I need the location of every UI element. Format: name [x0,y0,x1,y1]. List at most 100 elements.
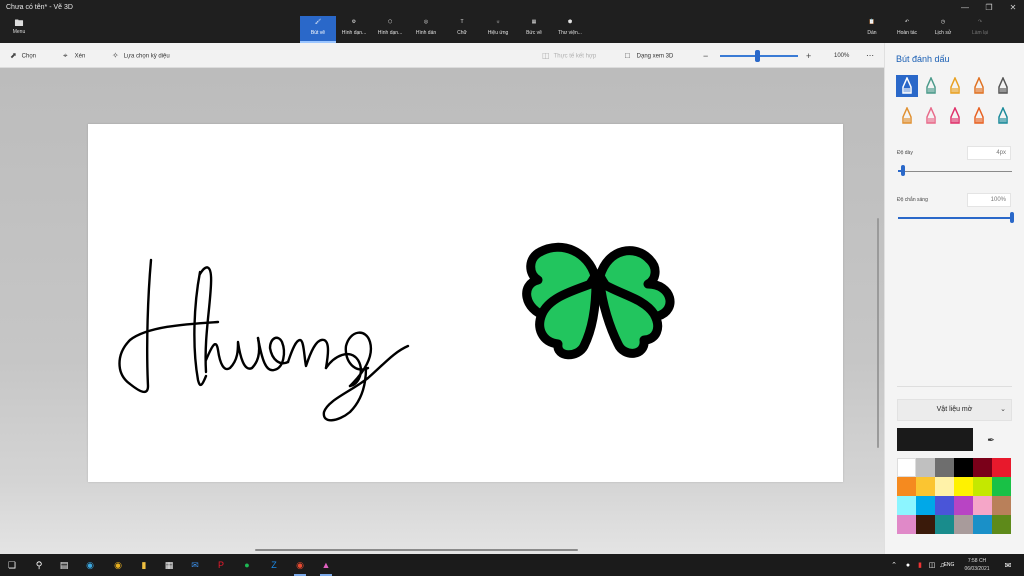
color-swatch[interactable] [973,496,992,515]
history-button[interactable]: ◷ Lịch sử [926,16,960,43]
color-swatch[interactable] [916,477,935,496]
color-swatch[interactable] [897,477,916,496]
brush-icon: 🖌 [314,19,322,25]
zalo-icon[interactable]: Z [266,557,282,573]
tab-text[interactable]: T Chữ [444,16,480,43]
marker-icon[interactable] [896,75,918,97]
canvas-toolbar: ⬈ Chọn ⌖ Xén ✧ Lựa chọn kỳ diệu ◫ Thực t… [0,43,884,68]
crop-icon: ⌖ [63,51,68,60]
color-swatch[interactable] [916,515,935,534]
material-dropdown[interactable]: Vật liệu mờ ⌄ [897,399,1012,421]
current-color-swatch[interactable] [897,428,973,451]
zoom-out-button[interactable]: − [703,50,708,62]
pencil-icon[interactable] [896,105,918,127]
spotify-icon[interactable]: ● [239,557,255,573]
search-icon[interactable]: ⚲ [31,557,47,573]
color-swatch[interactable] [973,458,992,477]
cursor-icon: ⬈ [10,51,17,60]
clock[interactable]: 7:58 CH 06/03/2021 [960,557,994,573]
crop-button[interactable]: ⌖ Xén [63,50,85,62]
paste-button[interactable]: 📋 Dán [855,16,889,43]
watercolor-icon[interactable] [968,75,990,97]
windows-start-icon[interactable]: ❏ [4,557,20,573]
tab-2d-shapes[interactable]: ⚙ Hình dạn... [336,16,372,43]
undo-label: Hoàn tác [896,30,917,36]
color-swatch[interactable] [897,458,916,477]
thickness-field[interactable]: 4px [967,146,1011,160]
horizontal-scrollbar[interactable] [255,549,578,551]
tab-canvas[interactable]: ▦ Bức vẽ [516,16,552,43]
eraser-icon[interactable] [920,105,942,127]
tab-stickers[interactable]: ◎ Hình dán [408,16,444,43]
text-icon: T [460,19,464,25]
mixed-reality-button[interactable]: ◫ Thực tế kết hợp [542,50,596,62]
color-swatch[interactable] [935,496,954,515]
close-button[interactable]: ✕ [1004,2,1022,14]
color-swatch[interactable] [992,515,1011,534]
chrome-canary-icon[interactable]: ◉ [110,557,126,573]
tab-3d-library[interactable]: ⬢ Thư viện... [552,16,588,43]
mixed-reality-icon: ◫ [542,51,550,60]
language-indicator[interactable]: ENG [942,557,956,573]
clover-drawing [522,242,675,360]
calligraphy-pen-icon[interactable] [920,75,942,97]
spray-can-icon[interactable] [968,105,990,127]
tab-brush[interactable]: 🖌 Bút vẽ [300,16,336,43]
paint-3d-icon[interactable]: ▲ [318,557,334,576]
minimize-button[interactable]: — [956,2,974,14]
color-swatch[interactable] [897,515,916,534]
color-swatch[interactable] [897,496,916,515]
color-swatch[interactable] [992,477,1011,496]
color-swatch[interactable] [935,477,954,496]
eyedropper-icon[interactable]: ✒ [983,432,999,448]
vertical-scrollbar[interactable] [877,218,879,448]
more-options-button[interactable]: ⋯ [866,50,874,62]
mail-icon[interactable]: ✉ [187,557,203,573]
fill-icon[interactable] [992,105,1014,127]
history-label: Lịch sử [934,30,952,36]
opacity-field[interactable]: 100% [967,193,1011,207]
color-swatch[interactable] [935,458,954,477]
file-explorer-icon[interactable]: ▮ [136,557,152,573]
tab-3d-shapes[interactable]: ⬡ Hình dạn... [372,16,408,43]
stickers-icon: ◎ [423,19,429,25]
chrome-icon[interactable]: ◉ [292,557,308,576]
zoom-slider-thumb[interactable] [755,50,760,62]
color-swatch[interactable] [954,477,973,496]
menu-button[interactable]: 🖿 Menu [6,18,32,40]
clock-date: 06/03/2021 [964,566,990,572]
thickness-slider-thumb[interactable] [901,165,905,176]
thickness-slider-track[interactable] [898,171,1012,172]
opacity-slider-thumb[interactable] [1010,212,1014,223]
maximize-button[interactable]: ❐ [980,2,998,14]
crayon-icon[interactable] [944,105,966,127]
color-swatch[interactable] [973,515,992,534]
color-swatch[interactable] [954,458,973,477]
color-swatch[interactable] [916,458,935,477]
color-swatch[interactable] [992,496,1011,515]
redo-button[interactable]: ↷ Làm lại [963,16,997,43]
view-3d-button[interactable]: □ Dạng xem 3D [625,50,673,62]
handwriting-stroke [118,258,410,422]
store-icon[interactable]: ▦ [161,557,177,573]
color-swatch[interactable] [973,477,992,496]
drawing-canvas[interactable] [88,124,843,482]
pinterest-icon[interactable]: P [213,557,229,573]
zoom-in-button[interactable]: + [806,50,811,62]
oil-brush-icon[interactable] [944,75,966,97]
tab-label: Hiệu ứng [487,30,509,36]
color-swatch[interactable] [935,515,954,534]
notification-icon[interactable]: ✉ [1000,557,1016,573]
tab-effects[interactable]: ☼ Hiệu ứng [480,16,516,43]
magic-select-button[interactable]: ✧ Lựa chọn kỳ diệu [112,50,170,62]
undo-icon: ↶ [904,19,910,25]
task-view-icon[interactable]: ▤ [56,557,72,573]
select-button[interactable]: ⬈ Chọn [10,50,36,62]
color-swatch[interactable] [954,496,973,515]
undo-button[interactable]: ↶ Hoàn tác [890,16,924,43]
color-swatch[interactable] [954,515,973,534]
color-swatch[interactable] [916,496,935,515]
edge-icon[interactable]: ◉ [82,557,98,573]
color-swatch[interactable] [992,458,1011,477]
pixel-pen-icon[interactable] [992,75,1014,97]
